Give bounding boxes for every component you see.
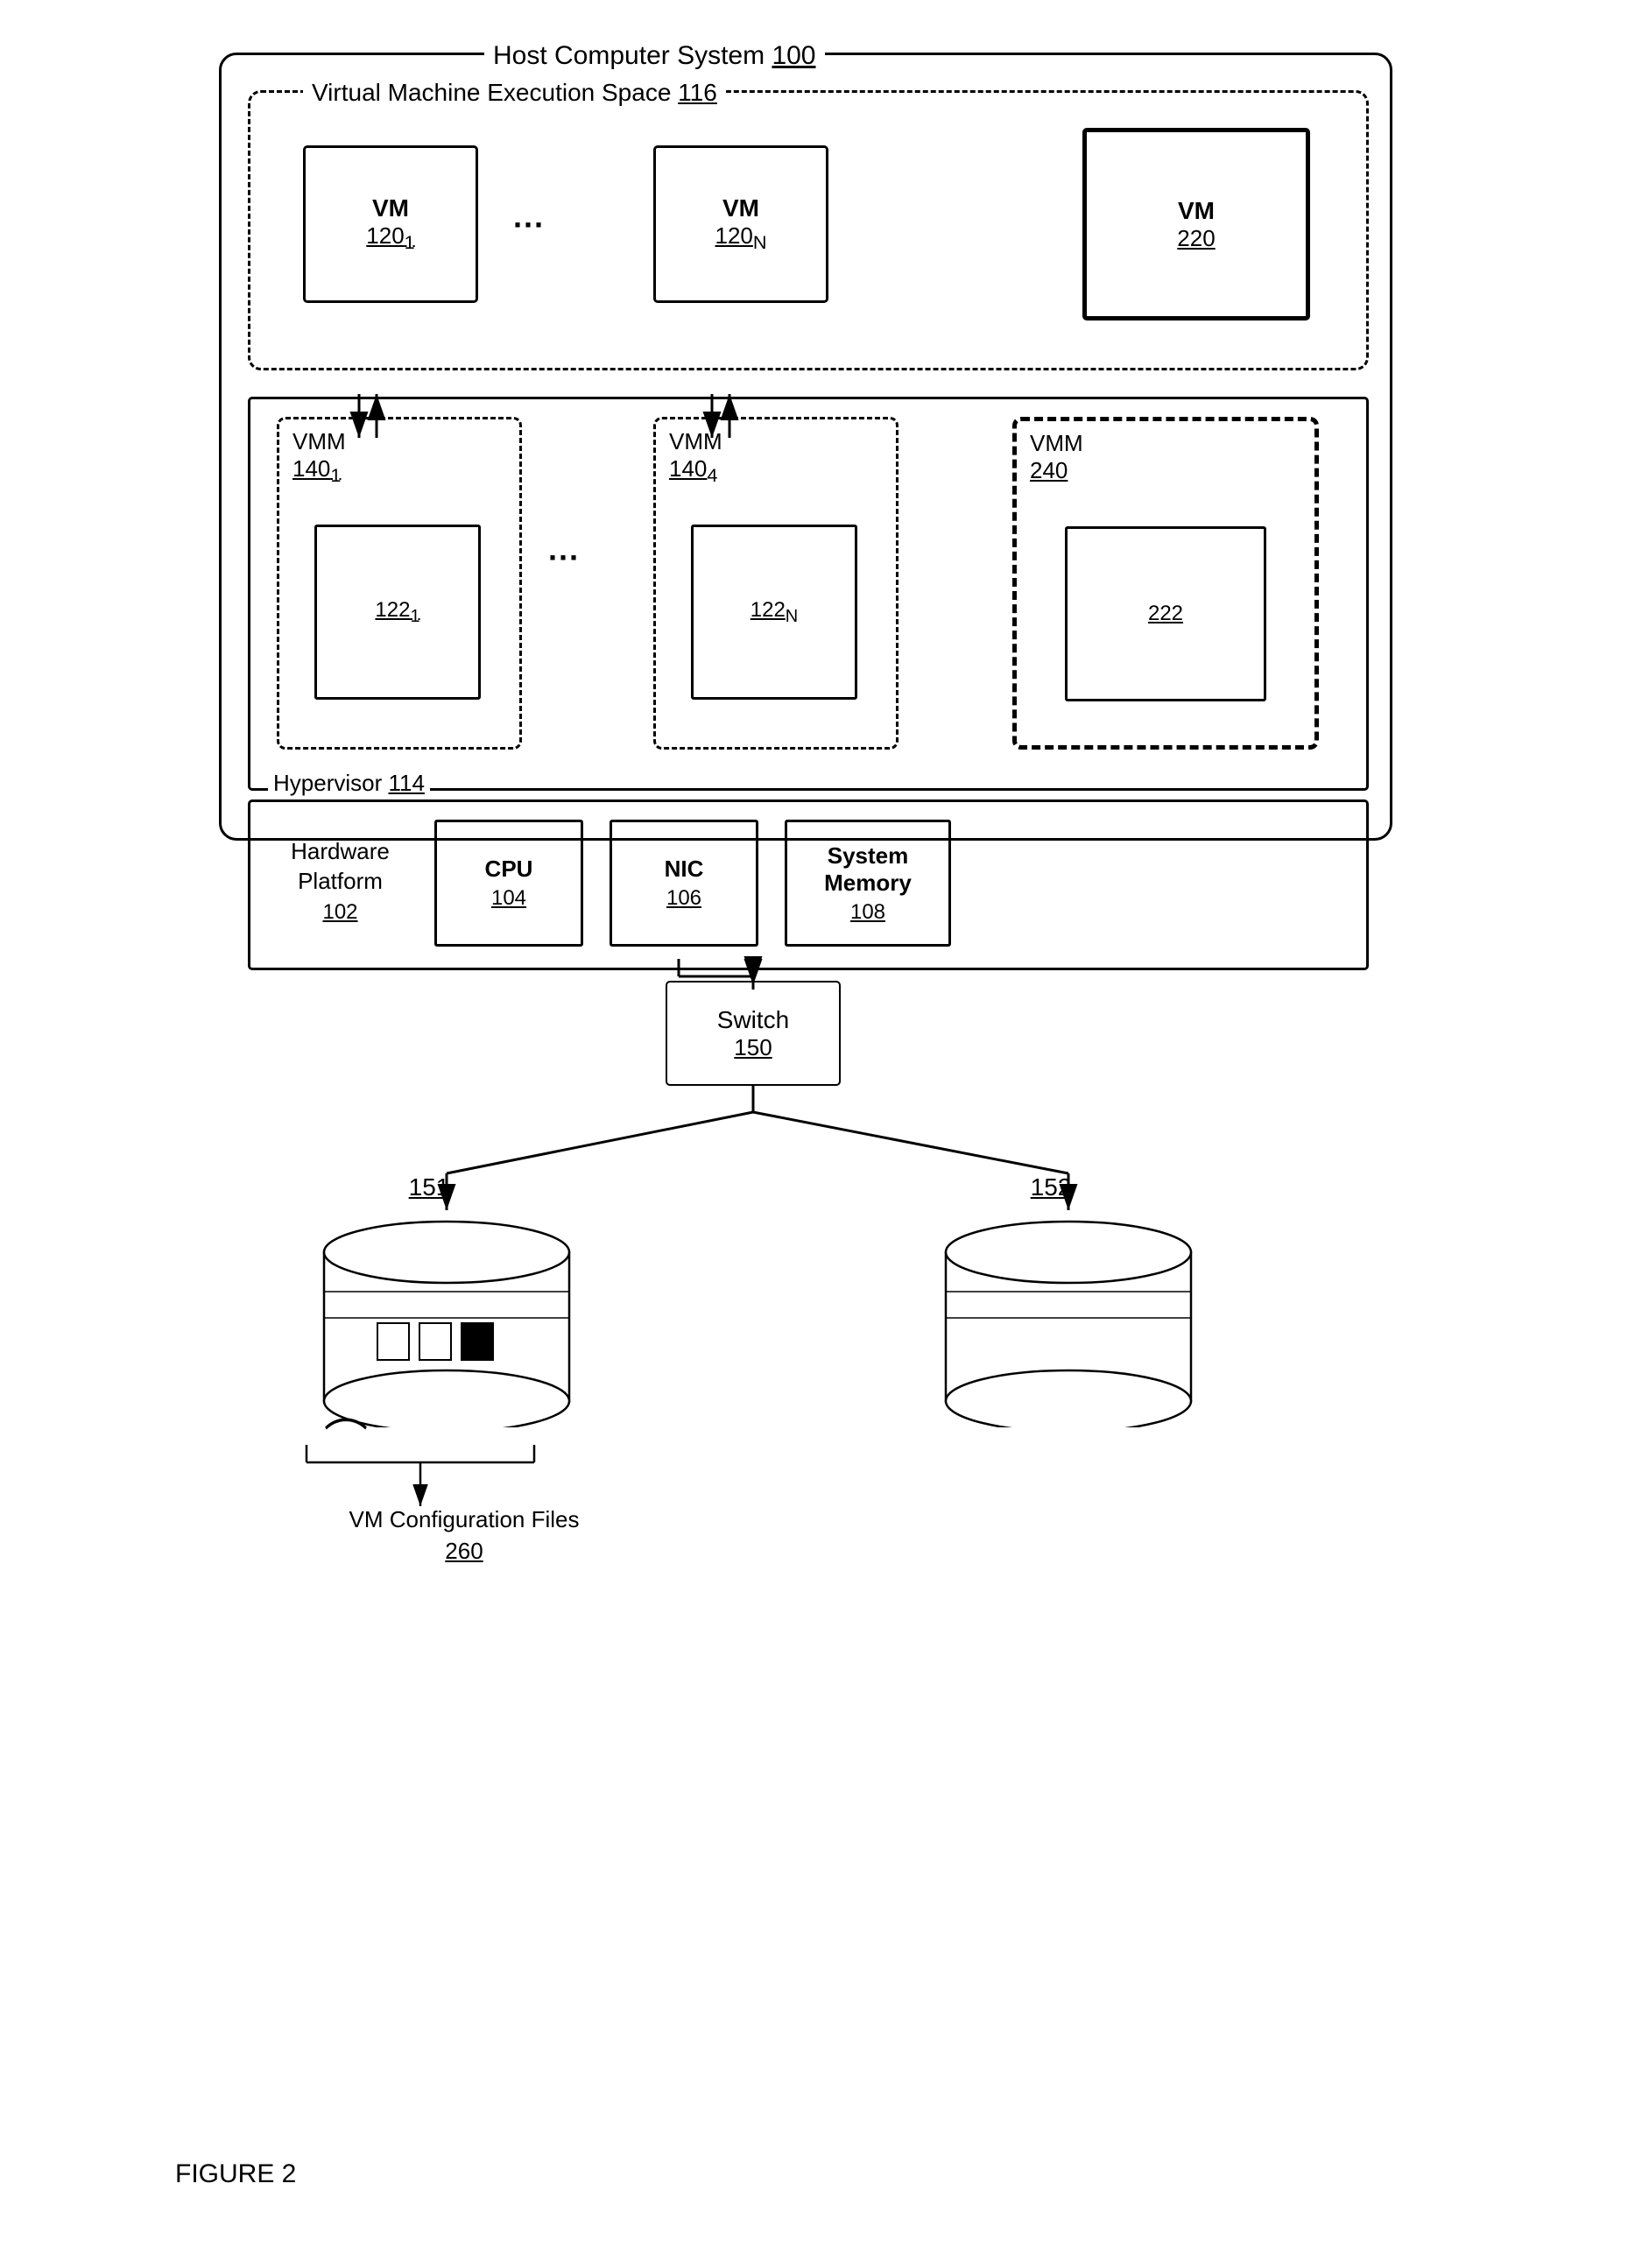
system-memory-number: 108 [850,900,885,925]
vmm-140-4-label: VMM1404 [669,428,722,487]
storage-152-label: 152 [998,1173,1103,1201]
switch-box: Switch 150 [666,981,841,1086]
config-icon-1 [377,1322,410,1361]
cpu-122-1-box: 1221 [314,525,481,700]
vm-220-box: VM 220 [1082,128,1310,320]
cpu-222-label: 222 [1148,602,1183,626]
system-memory-box: System Memory 108 [785,820,951,947]
vm-120-n-label: VM [722,194,759,222]
storage-151-label: 151 [377,1173,482,1201]
vm-config-files-container: ⌒ VM Configuration Files 260 [263,1506,666,1565]
system-memory-label: System Memory [787,842,948,897]
vm-exec-space-label: Virtual Machine Execution Space 116 [303,79,726,107]
storage-152: 152 [937,1208,1200,1432]
nic-box: NIC 106 [610,820,758,947]
hw-platform-number: 102 [322,900,357,925]
switch-number: 150 [734,1034,772,1061]
vm-120-1-box: VM 1201 [303,145,478,303]
dots-2: ··· [548,539,580,576]
vm-220-label: VM [1178,197,1215,225]
diagram-container: Host Computer System 100 Virtual Machine… [175,35,1467,2215]
cpu-number: 104 [491,886,526,911]
vm-exec-space-box: Virtual Machine Execution Space 116 VM 1… [248,90,1369,370]
vmm-140-1-outer: VMM1401 1221 [277,417,522,750]
vm-120-1-number: 1201 [366,222,414,254]
dots-1: ··· [513,207,545,243]
cpu-label: CPU [485,856,533,883]
vm-120-n-number: 120N [715,222,766,254]
vm-120-n-box: VM 120N [653,145,828,303]
switch-label: Switch [717,1006,789,1034]
hypervisor-box: Hypervisor 114 VMM1401 1221 ··· VMM1404 … [248,397,1369,791]
figure-label: FIGURE 2 [175,2159,296,2189]
vmm-240-label: VMM240 [1030,430,1083,484]
vm-config-files-label: VM Configuration Files [263,1506,666,1533]
config-icon-3 [461,1322,494,1361]
nic-label: NIC [665,856,704,883]
cpu-122-n-box: 122N [691,525,857,700]
cpu-222-box: 222 [1065,526,1266,701]
config-file-icons [377,1322,494,1361]
vm-120-1-label: VM [372,194,409,222]
config-brace: ⌒ [324,1419,368,1462]
vmm-140-4-outer: VMM1404 122N [653,417,899,750]
host-computer-system-label: Host Computer System 100 [484,41,825,71]
vmm-140-1-label: VMM1401 [292,428,346,487]
hw-platform-label: Hardware Platform [264,837,417,897]
cpu-122-n-label: 122N [751,598,799,627]
vmm-240-outer: VMM240 222 [1012,417,1319,750]
hardware-platform-box: Hardware Platform 102 CPU 104 NIC 106 Sy… [248,799,1369,970]
vm-config-files-number: 260 [263,1538,666,1565]
vm-220-number: 220 [1177,225,1215,252]
nic-number: 106 [666,886,701,911]
host-computer-system-box: Host Computer System 100 Virtual Machine… [219,53,1392,841]
storage-151: 151 [315,1208,578,1432]
config-icon-2 [419,1322,452,1361]
cpu-box: CPU 104 [434,820,583,947]
hypervisor-label: Hypervisor 114 [268,770,430,797]
cpu-122-1-label: 1221 [375,598,419,627]
